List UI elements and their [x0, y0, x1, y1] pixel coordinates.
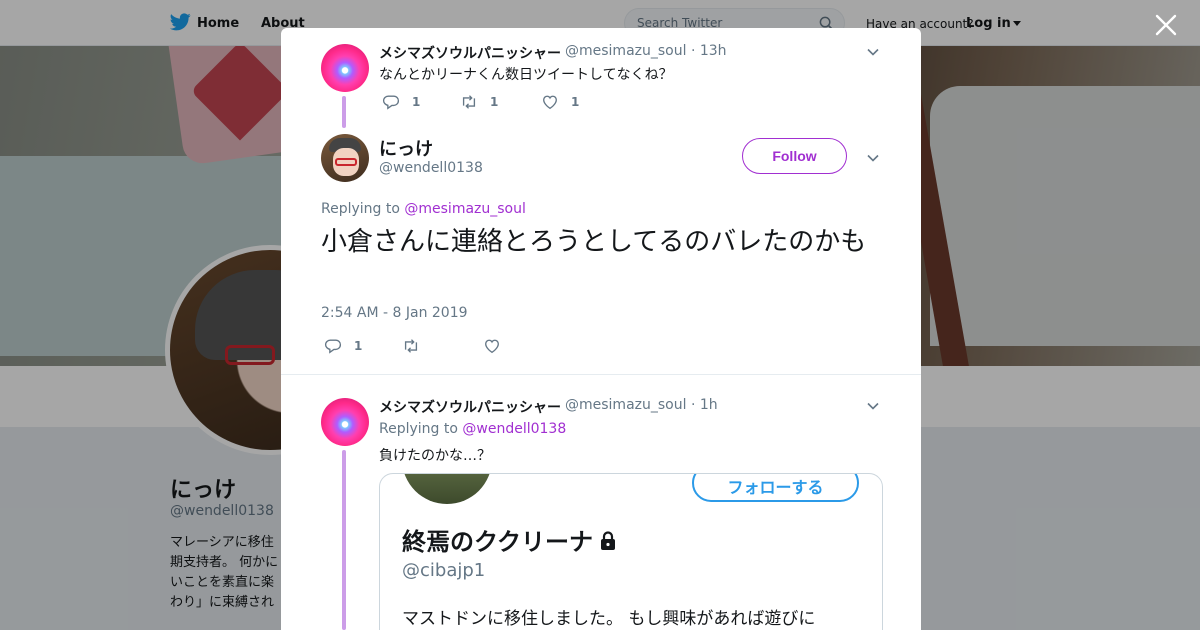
embedded-avatar [402, 474, 492, 504]
tweet-text: 負けたのかな…？ [379, 448, 491, 464]
lock-icon [601, 531, 616, 550]
main-author-handle[interactable]: @wendell0138 [379, 160, 483, 176]
thread-connector-line [342, 450, 346, 630]
tweet-timestamp[interactable]: 2:54 AM - 8 Jan 2019 [321, 305, 468, 321]
follow-button[interactable]: Follow [742, 138, 847, 174]
divider [281, 374, 921, 375]
reply-count: 1 [354, 339, 363, 353]
author-name[interactable]: メシマズソウルパニッシャー [379, 397, 561, 417]
tweet-time[interactable]: · 13h [691, 43, 727, 59]
replying-to-prefix: Replying to [321, 201, 400, 217]
embedded-name-text: 終焉のククリーナ [402, 528, 594, 556]
like-count: 1 [571, 95, 580, 109]
close-icon[interactable] [1153, 12, 1179, 38]
chevron-down-icon[interactable] [866, 399, 880, 413]
avatar[interactable] [321, 398, 369, 446]
retweet-count: 1 [490, 95, 499, 109]
author-handle[interactable]: @mesimazu_soul [565, 43, 687, 59]
attached-image[interactable]: フォローする 終焉のククリーナ @cibajp1 マストドンに移住しました。 も… [379, 473, 883, 630]
heart-icon [485, 339, 499, 354]
retweet-button[interactable] [402, 337, 420, 355]
like-button[interactable]: 1 [541, 93, 579, 111]
reply-icon [382, 95, 400, 110]
reply-count: 1 [412, 95, 421, 109]
retweet-button[interactable]: 1 [460, 93, 498, 111]
replying-to-link[interactable]: @wendell0138 [462, 421, 566, 437]
chevron-down-icon[interactable] [866, 151, 880, 165]
reply-button[interactable]: 1 [382, 93, 420, 111]
retweet-icon [462, 95, 476, 109]
embedded-follow-button: フォローする [692, 474, 859, 502]
reply-button[interactable]: 1 [324, 337, 362, 355]
heart-icon [543, 95, 557, 110]
avatar[interactable] [321, 44, 369, 92]
thread-connector-line [342, 96, 346, 128]
author-handle[interactable]: @mesimazu_soul [565, 397, 687, 413]
tweet-text: なんとかリーナくん数日ツイートしてなくね？ [379, 67, 673, 83]
embedded-profile-handle: @cibajp1 [402, 560, 486, 581]
embedded-profile-bio: マストドンに移住しました。 もし興味があれば遊びに [402, 609, 816, 629]
replying-to-line: Replying to @wendell0138 [379, 421, 566, 437]
like-button[interactable] [483, 337, 501, 355]
tweet-time[interactable]: · 1h [691, 397, 718, 413]
author-handle-time[interactable]: @mesimazu_soul · 13h [565, 43, 727, 59]
reply-icon [324, 339, 342, 354]
tweet-modal: メシマズソウルパニッシャー @mesimazu_soul · 13h なんとかリ… [281, 28, 921, 630]
author-name[interactable]: メシマズソウルパニッシャー [379, 43, 561, 63]
avatar[interactable] [321, 134, 369, 182]
main-author-name[interactable]: にっけ [379, 135, 433, 161]
author-handle-time[interactable]: @mesimazu_soul · 1h [565, 397, 718, 413]
replying-to-link[interactable]: @mesimazu_soul [404, 201, 526, 217]
avatar-glasses-shape [335, 158, 357, 166]
replying-to-prefix: Replying to [379, 421, 458, 437]
replying-to-line: Replying to @mesimazu_soul [321, 201, 526, 217]
retweet-icon [404, 339, 418, 353]
main-tweet-text: 小倉さんに連絡とろうとしてるのバレたのかも [321, 227, 867, 257]
embedded-profile-name: 終焉のククリーナ [402, 522, 617, 557]
chevron-down-icon[interactable] [866, 45, 880, 59]
